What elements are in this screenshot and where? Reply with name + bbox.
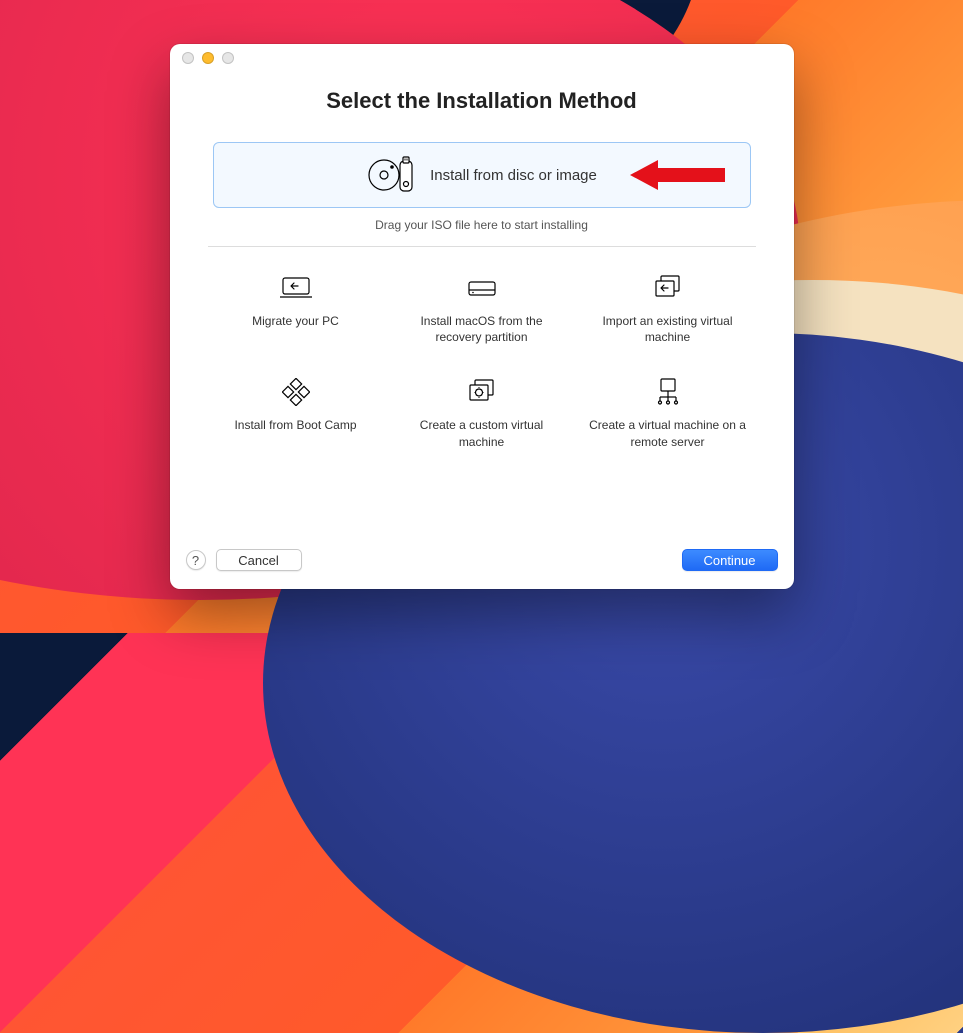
hard-drive-icon xyxy=(467,273,497,303)
drag-hint: Drag your ISO file here to start install… xyxy=(375,218,588,232)
bootcamp-icon xyxy=(282,377,310,407)
options-grid: Migrate your PC Install macOS from the r… xyxy=(208,273,756,450)
titlebar xyxy=(170,44,794,72)
create-custom-vm-option[interactable]: Create a custom virtual machine xyxy=(394,377,570,449)
migrate-pc-icon xyxy=(280,273,312,303)
maximize-icon[interactable] xyxy=(222,52,234,64)
import-vm-option[interactable]: Import an existing virtual machine xyxy=(580,273,756,345)
annotation-arrow-icon xyxy=(630,155,730,195)
page-title: Select the Installation Method xyxy=(326,88,636,114)
cancel-button[interactable]: Cancel xyxy=(216,549,302,571)
help-button[interactable]: ? xyxy=(186,550,206,570)
footer: ? Cancel Continue xyxy=(170,541,794,589)
close-icon[interactable] xyxy=(182,52,194,64)
disc-usb-icon xyxy=(366,155,416,195)
migrate-pc-label: Migrate your PC xyxy=(252,313,339,329)
remote-server-icon xyxy=(654,377,682,407)
import-vm-icon xyxy=(652,273,684,303)
minimize-icon[interactable] xyxy=(202,52,214,64)
custom-vm-icon xyxy=(466,377,498,407)
separator xyxy=(208,246,756,247)
create-remote-vm-label: Create a virtual machine on a remote ser… xyxy=(583,417,753,449)
migrate-pc-option[interactable]: Migrate your PC xyxy=(208,273,384,345)
import-vm-label: Import an existing virtual machine xyxy=(583,313,753,345)
install-bootcamp-option[interactable]: Install from Boot Camp xyxy=(208,377,384,449)
install-from-disc-option[interactable]: Install from disc or image xyxy=(213,142,751,208)
continue-button[interactable]: Continue xyxy=(682,549,778,571)
install-bootcamp-label: Install from Boot Camp xyxy=(234,417,356,433)
content-area: Select the Installation Method Install f… xyxy=(170,72,794,541)
create-custom-vm-label: Create a custom virtual machine xyxy=(397,417,567,449)
installer-window: Select the Installation Method Install f… xyxy=(170,44,794,589)
create-remote-vm-option[interactable]: Create a virtual machine on a remote ser… xyxy=(580,377,756,449)
install-macos-recovery-option[interactable]: Install macOS from the recovery partitio… xyxy=(394,273,570,345)
install-from-disc-label: Install from disc or image xyxy=(430,167,597,184)
install-macos-recovery-label: Install macOS from the recovery partitio… xyxy=(397,313,567,345)
